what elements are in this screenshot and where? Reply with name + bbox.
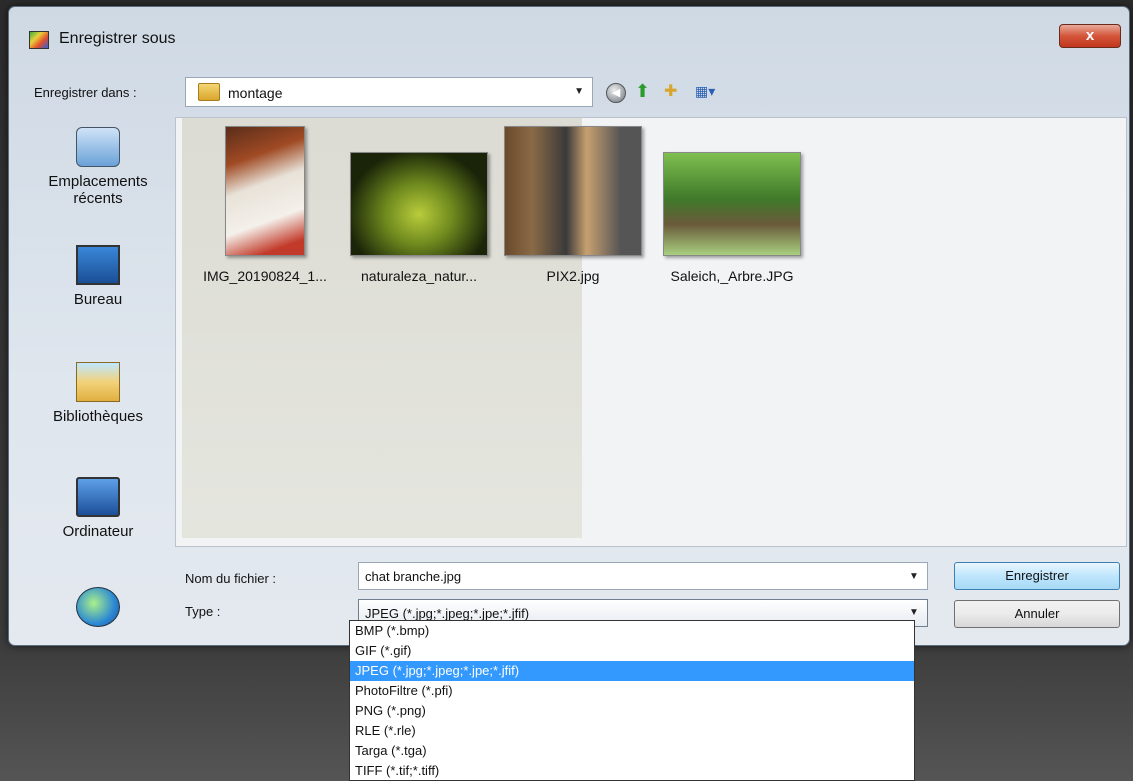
- file-name: Saleich,_Arbre.JPG: [670, 268, 794, 284]
- filename-input[interactable]: chat branche.jpg: [358, 562, 928, 590]
- close-button[interactable]: x: [1059, 24, 1121, 48]
- file-thumbnail: [225, 126, 305, 256]
- place-label: Ordinateur: [62, 523, 134, 540]
- type-option[interactable]: PNG (*.png): [350, 701, 914, 721]
- type-option[interactable]: TIFF (*.tif;*.tiff): [350, 761, 914, 780]
- type-label: Type :: [185, 604, 221, 619]
- window-title: Enregistrer sous: [59, 30, 176, 47]
- desktop-icon: [76, 245, 120, 285]
- place-network[interactable]: [25, 587, 171, 633]
- place-libraries[interactable]: Bibliothèques: [25, 362, 171, 425]
- recent-places-icon: [76, 127, 120, 167]
- title-bar[interactable]: Enregistrer sous x: [9, 7, 1129, 61]
- place-computer[interactable]: Ordinateur: [25, 477, 171, 540]
- photofiltre-app-icon: [29, 31, 49, 49]
- network-icon: [76, 587, 120, 627]
- type-option[interactable]: BMP (*.bmp): [350, 621, 914, 641]
- place-desktop[interactable]: Bureau: [25, 245, 171, 308]
- type-option[interactable]: Targa (*.tga): [350, 741, 914, 761]
- view-menu-icon[interactable]: ▦▾: [695, 83, 731, 103]
- file-item[interactable]: PIX2.jpg: [498, 126, 648, 284]
- save-in-dropdown[interactable]: montage ▼: [185, 77, 593, 107]
- save-in-value: montage: [228, 85, 283, 101]
- type-option[interactable]: GIF (*.gif): [350, 641, 914, 661]
- file-item[interactable]: Saleich,_Arbre.JPG: [652, 126, 812, 284]
- cancel-button[interactable]: Annuler: [954, 600, 1120, 628]
- file-item[interactable]: naturaleza_natur...: [344, 126, 494, 284]
- up-folder-icon[interactable]: ⬆: [635, 81, 655, 103]
- place-label: Emplacements récents: [48, 173, 148, 207]
- place-label: Bibliothèques: [52, 408, 144, 425]
- type-option[interactable]: JPEG (*.jpg;*.jpeg;*.jpe;*.jfif): [350, 661, 914, 681]
- file-view[interactable]: IMG_20190824_1... naturaleza_natur... PI…: [175, 117, 1127, 547]
- file-name: IMG_20190824_1...: [203, 268, 327, 284]
- chevron-down-icon[interactable]: ▼: [909, 571, 919, 582]
- type-option[interactable]: RLE (*.rle): [350, 721, 914, 741]
- chevron-down-icon: ▼: [574, 86, 584, 97]
- file-thumbnail: [350, 152, 488, 256]
- computer-icon: [76, 477, 120, 517]
- folder-icon: [198, 83, 220, 101]
- save-in-label: Enregistrer dans :: [34, 85, 137, 100]
- file-name: PIX2.jpg: [546, 268, 600, 284]
- filename-label: Nom du fichier :: [185, 571, 277, 586]
- chevron-down-icon[interactable]: ▼: [909, 607, 919, 618]
- save-as-dialog: Enregistrer sous x Enregistrer dans : mo…: [8, 6, 1130, 646]
- places-bar: Emplacements récents Bureau Bibliothèque…: [25, 117, 171, 637]
- type-option[interactable]: PhotoFiltre (*.pfi): [350, 681, 914, 701]
- place-label: Bureau: [73, 291, 123, 308]
- file-thumbnail: [663, 152, 801, 256]
- back-icon[interactable]: ◀: [606, 83, 626, 103]
- new-folder-icon[interactable]: ✚: [664, 81, 688, 103]
- file-thumbnail: [504, 126, 642, 256]
- libraries-icon: [76, 362, 120, 402]
- save-button[interactable]: Enregistrer: [954, 562, 1120, 590]
- file-item[interactable]: IMG_20190824_1...: [190, 126, 340, 284]
- file-name: naturaleza_natur...: [361, 268, 477, 284]
- place-recent[interactable]: Emplacements récents: [25, 127, 171, 207]
- file-type-dropdown-list: BMP (*.bmp) GIF (*.gif) JPEG (*.jpg;*.jp…: [349, 620, 915, 781]
